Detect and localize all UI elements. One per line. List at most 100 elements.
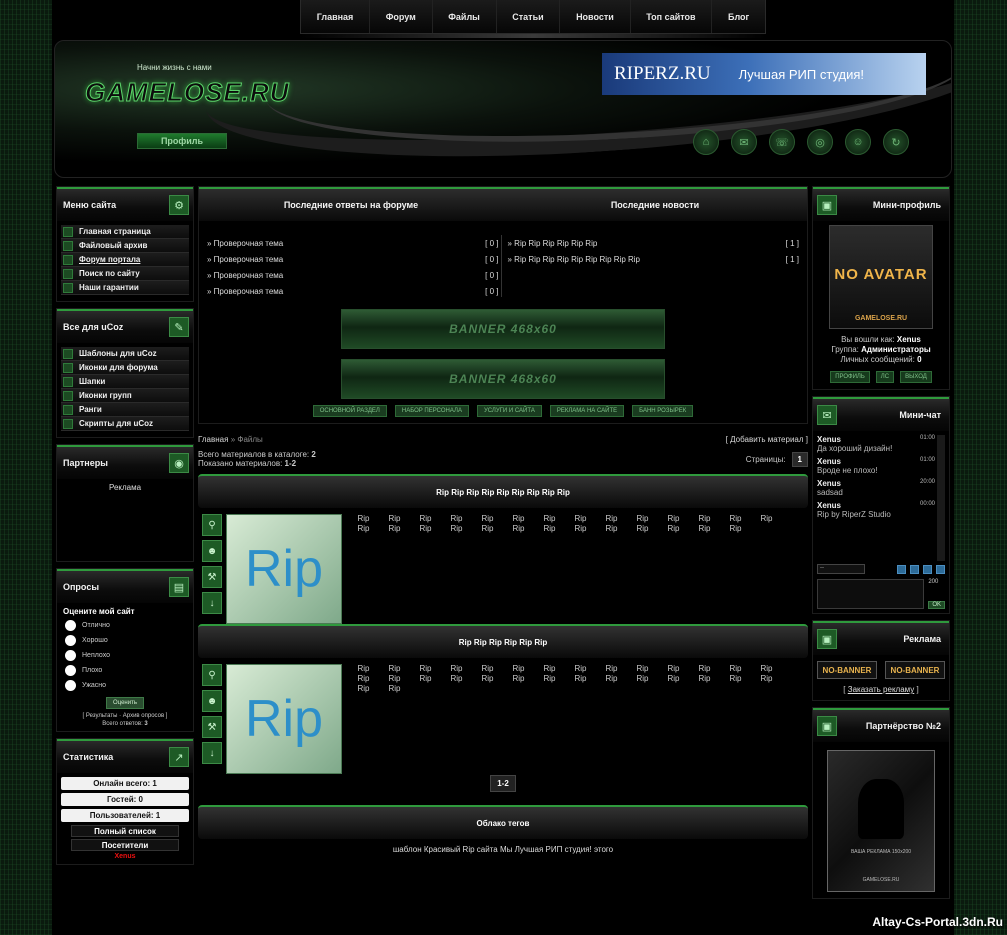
tag-cloud[interactable]: шаблон Красивый Rip сайта Мы Лучшая РИП … [198,845,808,854]
mini-button[interactable]: БАНН РОЗЫРЕК [632,405,694,417]
poll-option[interactable]: Неплохо [63,648,187,663]
location-icon[interactable]: ⚲ [202,664,222,686]
entry-title[interactable]: Rip Rip Rip Rip Rip Rip [198,624,808,658]
chat-icon[interactable]: ✉ [731,129,757,155]
pm-button[interactable]: ЛС [875,371,895,383]
forum-topic-link[interactable]: » Проверочная тема [207,271,283,280]
ucoz-item-group-icons[interactable]: Иконки групп [61,389,189,403]
user-icon[interactable]: ☻ [202,690,222,712]
download-icon[interactable]: ↓ [202,592,222,614]
poll-option[interactable]: Ужасно [63,678,187,693]
page-1-button[interactable]: 1 [791,451,808,467]
home-icon[interactable]: ⌂ [693,129,719,155]
ucoz-item-templates[interactable]: Шаблоны для uCoz [61,347,189,361]
no-banner-slot[interactable]: NO-BANNER [817,661,877,679]
profile-link-button[interactable]: ПРОФИЛЬ [830,371,870,383]
list-item[interactable]: » Проверочная тема [ 0 ] [207,251,499,267]
logout-button[interactable]: ВЫХОД [900,371,932,383]
menu-item-search[interactable]: Поиск по сайту [61,267,189,281]
chat-user[interactable]: Xenus [817,435,841,444]
entry-thumbnail[interactable]: Rip [226,514,342,624]
chat-select[interactable]: -- [817,564,865,574]
mini-button[interactable]: НАБОР ПЕРСОНАЛА [394,405,469,417]
online-user-link[interactable]: Xenus [61,853,189,860]
mini-button[interactable]: РЕКЛАМА НА САЙТЕ [549,405,625,417]
add-material-link[interactable]: [ Добавить материал ] [726,435,808,444]
chat-send-button[interactable]: OK [928,601,945,609]
location-icon[interactable]: ⚲ [202,514,222,536]
logged-user[interactable]: Xenus [897,335,921,344]
refresh-icon[interactable]: ↻ [883,129,909,155]
bullet-icon [63,418,73,429]
phone-icon[interactable]: ☏ [769,129,795,155]
radio-button[interactable] [65,665,76,676]
list-item[interactable]: » Rip Rip Rip Rip Rip Rip Rip Rip Rip [ 1… [508,251,800,267]
forum-topic-link[interactable]: » Проверочная тема [207,239,283,248]
news-link[interactable]: » Rip Rip Rip Rip Rip Rip [508,239,598,248]
download-icon[interactable]: ↓ [202,742,222,764]
pager-button[interactable]: 1-2 [490,775,516,792]
nav-news[interactable]: Новости [560,0,631,33]
nav-forum[interactable]: Форум [370,0,433,33]
menu-item-guarantees[interactable]: Наши гарантии [61,281,189,295]
mini-button[interactable]: ОСНОВНОЙ РАЗДЕЛ [312,405,387,417]
menu-item-files[interactable]: Файловый архив [61,239,189,253]
ucoz-item-scripts[interactable]: Скрипты для uCoz [61,417,189,431]
site-logo[interactable]: GAMELOSE.RU [85,77,290,108]
poll-option[interactable]: Отлично [63,618,187,633]
nav-articles[interactable]: Статьи [497,0,561,33]
mini-button[interactable]: УСЛУГИ И САЙТА [476,405,542,417]
menu-item-forum[interactable]: Форум портала [61,253,189,267]
bbcode-icon[interactable] [923,564,932,574]
list-item[interactable]: » Проверочная тема [ 0 ] [207,235,499,251]
info-icon[interactable] [936,564,945,574]
nav-top-sites[interactable]: Топ сайтов [631,0,713,33]
visitors-button[interactable]: Посетители [71,839,179,851]
order-ad-link[interactable]: Заказать рекламу [848,685,915,694]
ucoz-item-ranks[interactable]: Ранги [61,403,189,417]
nav-files[interactable]: Файлы [433,0,497,33]
no-banner-slot[interactable]: NO-BANNER [885,661,945,679]
user-icon[interactable]: ☻ [202,540,222,562]
partner2-banner[interactable]: ВАША РЕКЛАМА 150x200 GAMELOSE.RU [827,750,935,892]
nav-blog[interactable]: Блог [712,0,765,33]
radio-button[interactable] [65,680,76,691]
header-banner[interactable]: RIPERZ.RU Лучшая РИП студия! [602,53,926,95]
radio-button[interactable] [65,635,76,646]
ad-banner-1[interactable]: BANNER 468x60 [341,309,665,349]
entry-thumbnail[interactable]: Rip [226,664,342,774]
poll-results-link[interactable]: Результаты [86,713,118,719]
chat-user[interactable]: Xenus [817,479,841,488]
forum-topic-link[interactable]: » Проверочная тема [207,287,283,296]
list-item[interactable]: » Проверочная тема [ 0 ] [207,267,499,283]
poll-archive-link[interactable]: Архив опросов [123,713,164,719]
hammer-icon[interactable]: ⚒ [202,716,222,738]
vote-button[interactable]: Оценить [106,697,144,709]
chat-user[interactable]: Xenus [817,457,841,466]
menu-item-home[interactable]: Главная страница [61,225,189,239]
chat-user[interactable]: Xenus [817,501,841,510]
chat-messages[interactable]: Xenus 01:00 Да хороший дизайн! Xenus 01:00 В… [817,435,945,561]
ad-banner-2[interactable]: BANNER 468x60 [341,359,665,399]
radio-button[interactable] [65,650,76,661]
nav-home[interactable]: Главная [301,0,371,33]
refresh-icon[interactable] [897,564,906,574]
profile-button[interactable]: Профиль [137,133,227,149]
entry-title[interactable]: Rip Rip Rip Rip Rip Rip Rip Rip Rip [198,474,808,508]
poll-option[interactable]: Плохо [63,663,187,678]
ucoz-item-forum-icons[interactable]: Иконки для форума [61,361,189,375]
list-item[interactable]: » Проверочная тема [ 0 ] [207,283,499,299]
breadcrumb-home[interactable]: Главная [198,435,228,444]
poll-option[interactable]: Хорошо [63,633,187,648]
smiley-icon[interactable] [910,564,919,574]
chat-input[interactable] [817,579,925,609]
radio-button[interactable] [65,620,76,631]
ucoz-item-headers[interactable]: Шапки [61,375,189,389]
globe-icon[interactable]: ◎ [807,129,833,155]
list-item[interactable]: » Rip Rip Rip Rip Rip Rip [ 1 ] [508,235,800,251]
forum-topic-link[interactable]: » Проверочная тема [207,255,283,264]
full-list-button[interactable]: Полный список [71,825,179,837]
hammer-icon[interactable]: ⚒ [202,566,222,588]
news-link[interactable]: » Rip Rip Rip Rip Rip Rip Rip Rip Rip [508,255,641,264]
users-icon[interactable]: ☺ [845,129,871,155]
